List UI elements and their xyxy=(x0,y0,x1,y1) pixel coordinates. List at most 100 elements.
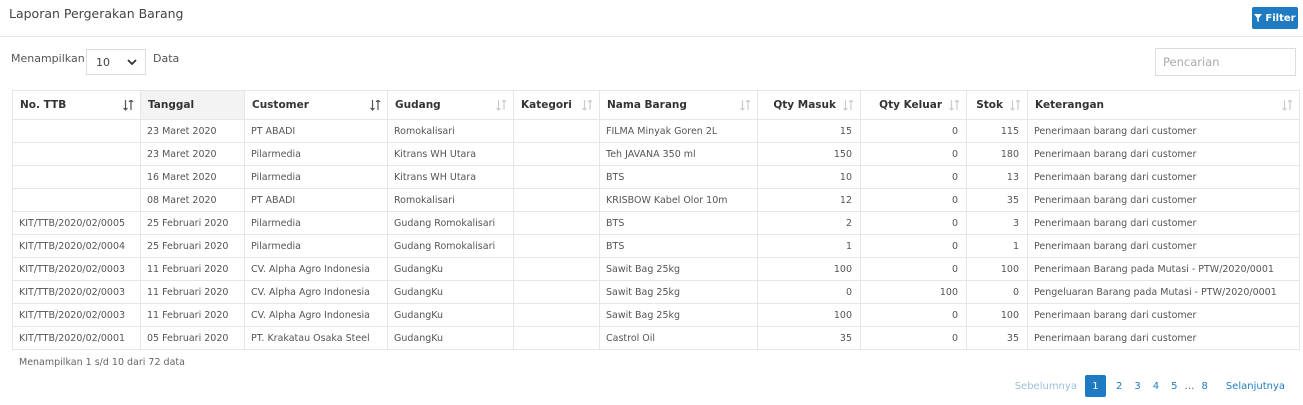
data-table: No. TTB Tanggal Customer Gudang Kategori Nama… xyxy=(12,90,1300,350)
cell-no-ttb xyxy=(12,165,141,189)
cell-kategori xyxy=(513,280,600,304)
cell-keterangan: Penerimaan barang dari customer xyxy=(1027,326,1300,350)
page-length-select[interactable]: 10 xyxy=(86,49,146,75)
pagination-page-3[interactable]: 3 xyxy=(1128,381,1146,392)
cell-customer: PT ABADI xyxy=(244,188,388,212)
cell-gudang: GudangKu xyxy=(387,257,514,281)
pagination-page-2[interactable]: 2 xyxy=(1110,381,1128,392)
sort-icon xyxy=(582,100,593,111)
pagination-next[interactable]: Selanjutnya xyxy=(1220,381,1291,392)
cell-customer: Pilarmedia xyxy=(244,234,388,258)
cell-gudang: Kitrans WH Utara xyxy=(387,142,514,166)
header-nama-barang[interactable]: Nama Barang xyxy=(599,90,758,120)
filter-button[interactable]: Filter xyxy=(1252,7,1298,29)
cell-kategori xyxy=(513,326,600,350)
filter-icon xyxy=(1254,14,1263,22)
table-info: Menampilkan 1 s/d 10 dari 72 data xyxy=(19,357,185,368)
cell-no-ttb: KIT/TTB/2020/02/0001 xyxy=(12,326,141,350)
cell-stok: 100 xyxy=(966,303,1028,327)
header-keterangan[interactable]: Keterangan xyxy=(1027,90,1300,120)
cell-qty-masuk: 100 xyxy=(757,257,861,281)
page-length-value: 10 xyxy=(96,55,110,69)
header-qty-keluar[interactable]: Qty Keluar xyxy=(860,90,967,120)
column-header-label: Tanggal xyxy=(148,99,195,111)
cell-no-ttb: KIT/TTB/2020/02/0003 xyxy=(12,257,141,281)
search-input[interactable] xyxy=(1155,48,1296,76)
cell-nama-barang: BTS xyxy=(599,165,758,189)
cell-gudang: Gudang Romokalisari xyxy=(387,211,514,235)
cell-nama-barang: Teh JAVANA 350 ml xyxy=(599,142,758,166)
cell-nama-barang: FILMA Minyak Goren 2L xyxy=(599,119,758,143)
pagination-page-last[interactable]: 8 xyxy=(1195,381,1213,392)
page-title: Laporan Pergerakan Barang xyxy=(9,6,184,21)
cell-stok: 13 xyxy=(966,165,1028,189)
cell-gudang: GudangKu xyxy=(387,326,514,350)
cell-kategori xyxy=(513,188,600,212)
cell-keterangan: Penerimaan barang dari customer xyxy=(1027,119,1300,143)
header-gudang[interactable]: Gudang xyxy=(387,90,514,120)
page-header: Laporan Pergerakan Barang Filter xyxy=(0,0,1303,37)
cell-nama-barang: Sawit Bag 25kg xyxy=(599,257,758,281)
cell-tanggal: 11 Februari 2020 xyxy=(140,257,245,281)
cell-qty-masuk: 1 xyxy=(757,234,861,258)
cell-nama-barang: KRISBOW Kabel Olor 10m xyxy=(599,188,758,212)
header-stok[interactable]: Stok xyxy=(966,90,1028,120)
cell-qty-keluar: 100 xyxy=(860,280,967,304)
cell-keterangan: Penerimaan barang dari customer xyxy=(1027,234,1300,258)
cell-kategori xyxy=(513,303,600,327)
table-row: 16 Maret 2020 Pilarmedia Kitrans WH Utara B… xyxy=(12,165,1300,189)
cell-stok: 35 xyxy=(966,188,1028,212)
header-tanggal[interactable]: Tanggal xyxy=(140,90,245,120)
cell-qty-masuk: 150 xyxy=(757,142,861,166)
cell-tanggal: 08 Maret 2020 xyxy=(140,188,245,212)
cell-gudang: Gudang Romokalisari xyxy=(387,234,514,258)
column-header-label: Nama Barang xyxy=(607,99,687,111)
cell-no-ttb: KIT/TTB/2020/02/0004 xyxy=(12,234,141,258)
table-row: KIT/TTB/2020/02/0001 05 Februari 2020 PT. … xyxy=(12,326,1300,350)
cell-qty-keluar: 0 xyxy=(860,303,967,327)
cell-kategori xyxy=(513,211,600,235)
header-kategori[interactable]: Kategori xyxy=(513,90,600,120)
cell-customer: Pilarmedia xyxy=(244,165,388,189)
cell-no-ttb xyxy=(12,119,141,143)
cell-qty-masuk: 2 xyxy=(757,211,861,235)
cell-no-ttb xyxy=(12,142,141,166)
sort-icon xyxy=(949,100,960,111)
header-qty-masuk[interactable]: Qty Masuk xyxy=(757,90,861,120)
header-customer[interactable]: Customer xyxy=(244,90,388,120)
cell-qty-masuk: 12 xyxy=(757,188,861,212)
cell-qty-keluar: 0 xyxy=(860,119,967,143)
cell-qty-keluar: 0 xyxy=(860,326,967,350)
sort-desc-icon xyxy=(370,100,381,111)
table-row: KIT/TTB/2020/02/0005 25 Februari 2020 Pila… xyxy=(12,211,1300,235)
sort-icon xyxy=(1010,100,1021,111)
cell-no-ttb: KIT/TTB/2020/02/0005 xyxy=(12,211,141,235)
cell-keterangan: Penerimaan Barang pada Mutasi - PTW/2020… xyxy=(1027,257,1300,281)
cell-keterangan: Pengeluaran Barang pada Mutasi - PTW/202… xyxy=(1027,280,1300,304)
cell-nama-barang: BTS xyxy=(599,234,758,258)
cell-gudang: GudangKu xyxy=(387,303,514,327)
table-row: 23 Maret 2020 PT ABADI Romokalisari FILMA M… xyxy=(12,119,1300,143)
table-row: 08 Maret 2020 PT ABADI Romokalisari KRISBOW… xyxy=(12,188,1300,212)
cell-stok: 1 xyxy=(966,234,1028,258)
sort-icon xyxy=(1282,100,1293,111)
cell-tanggal: 23 Maret 2020 xyxy=(140,142,245,166)
cell-customer: PT. Krakatau Osaka Steel xyxy=(244,326,388,350)
table-row: KIT/TTB/2020/02/0003 11 Februari 2020 CV. … xyxy=(12,257,1300,281)
cell-qty-keluar: 0 xyxy=(860,211,967,235)
cell-keterangan: Penerimaan barang dari customer xyxy=(1027,211,1300,235)
cell-customer: Pilarmedia xyxy=(244,211,388,235)
pagination-page-5[interactable]: 5 xyxy=(1165,381,1183,392)
cell-qty-masuk: 0 xyxy=(757,280,861,304)
cell-keterangan: Penerimaan barang dari customer xyxy=(1027,303,1300,327)
cell-qty-keluar: 0 xyxy=(860,142,967,166)
pagination-page-4[interactable]: 4 xyxy=(1147,381,1165,392)
column-header-label: Gudang xyxy=(395,99,441,111)
length-prefix: Menampilkan xyxy=(11,52,85,65)
pagination-page-1[interactable]: 1 xyxy=(1084,375,1106,397)
pagination-prev[interactable]: Sebelumnya xyxy=(1009,381,1083,392)
cell-qty-masuk: 10 xyxy=(757,165,861,189)
cell-tanggal: 25 Februari 2020 xyxy=(140,211,245,235)
sort-icon xyxy=(843,100,854,111)
header-no-ttb[interactable]: No. TTB xyxy=(12,90,141,120)
